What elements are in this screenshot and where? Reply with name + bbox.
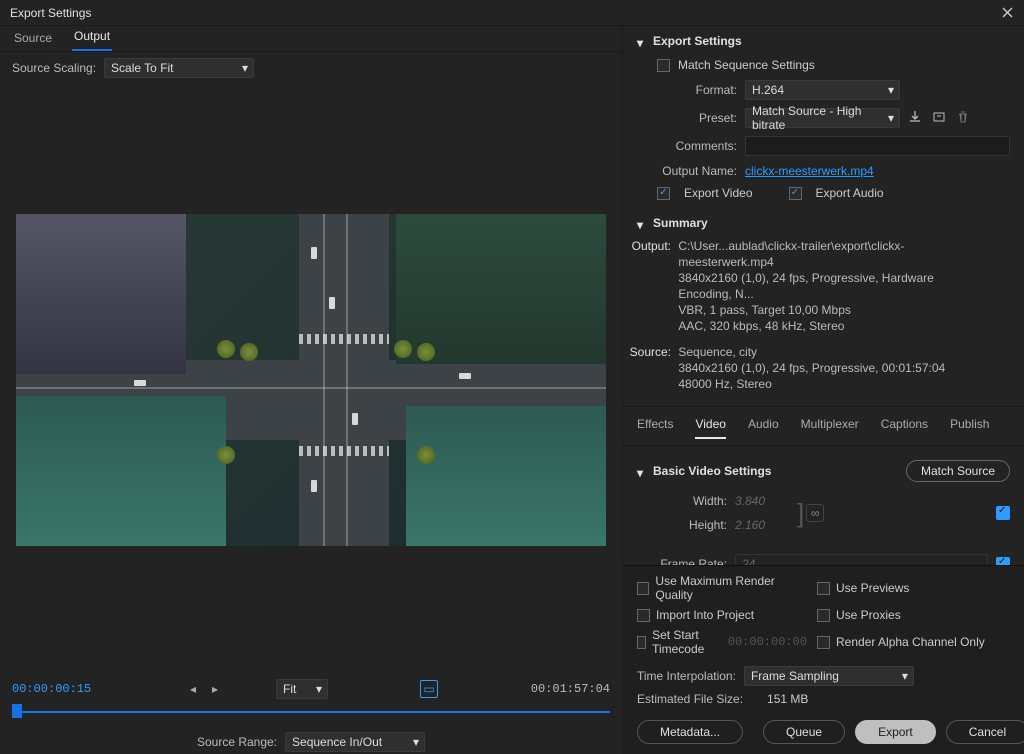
match-sequence-checkbox[interactable] [657, 59, 670, 72]
use-proxies-label: Use Proxies [836, 608, 901, 622]
tab-video[interactable]: Video [695, 417, 725, 439]
estimated-size-label: Estimated File Size: [637, 692, 743, 706]
summary-source-text: Sequence, city 3840x2160 (1,0), 24 fps, … [678, 344, 978, 392]
twisty-icon[interactable]: ▾ [637, 36, 647, 46]
start-tc-value[interactable]: 00:00:00:00 [728, 635, 807, 649]
zoom-fit-value: Fit [283, 682, 296, 696]
import-preset-icon[interactable] [932, 110, 948, 126]
preview-panel: Source Output Source Scaling: Scale To F… [0, 26, 623, 754]
match-sequence-label: Match Sequence Settings [678, 58, 815, 72]
framerate-value: 24 [742, 557, 755, 565]
step-back-icon[interactable]: ◂ [184, 680, 202, 698]
source-scaling-label: Source Scaling: [12, 61, 96, 75]
bracket-icon: ] [795, 503, 806, 523]
framerate-select[interactable]: 24 [735, 554, 988, 565]
width-label: Width: [637, 494, 727, 508]
cancel-button[interactable]: Cancel [946, 720, 1024, 744]
summary-header: Summary [653, 216, 708, 230]
comments-label: Comments: [637, 139, 737, 153]
window-title: Export Settings [10, 6, 91, 20]
comments-input[interactable] [745, 136, 1010, 156]
estimated-size-value: 151 MB [767, 692, 808, 706]
source-scaling-value: Scale To Fit [111, 61, 173, 75]
tab-captions[interactable]: Captions [881, 417, 928, 439]
tab-publish[interactable]: Publish [950, 417, 989, 439]
width-input[interactable]: 3.840 [735, 494, 795, 508]
match-source-button[interactable]: Match Source [906, 460, 1010, 482]
queue-button[interactable]: Queue [763, 720, 845, 744]
chevron-down-icon: ▾ [902, 669, 908, 683]
save-preset-icon[interactable] [908, 110, 924, 126]
twisty-icon[interactable]: ▾ [637, 466, 647, 476]
titlebar: Export Settings [0, 0, 1024, 26]
format-label: Format: [637, 83, 737, 97]
export-audio-checkbox[interactable] [789, 187, 802, 200]
export-video-label: Export Video [684, 186, 753, 200]
current-timecode[interactable]: 00:00:00:15 [12, 682, 91, 696]
timeline[interactable] [12, 704, 610, 720]
chevron-down-icon: ▾ [413, 735, 419, 749]
export-button[interactable]: Export [855, 720, 936, 744]
set-start-tc-checkbox[interactable] [637, 636, 646, 649]
time-interpolation-select[interactable]: Frame Sampling ▾ [744, 666, 914, 686]
output-name-link[interactable]: clickx-meesterwerk.mp4 [745, 164, 874, 178]
tab-output[interactable]: Output [72, 25, 112, 51]
source-range-value: Sequence In/Out [292, 735, 382, 749]
export-settings-header: Export Settings [653, 34, 742, 48]
chevron-down-icon: ▾ [888, 83, 894, 97]
framerate-match-toggle[interactable] [996, 557, 1010, 565]
step-fwd-icon[interactable]: ▸ [206, 680, 224, 698]
use-max-quality-label: Use Maximum Render Quality [655, 574, 807, 602]
basic-video-settings-header: Basic Video Settings [653, 464, 771, 478]
framerate-label: Frame Rate: [637, 557, 727, 565]
time-interpolation-value: Frame Sampling [751, 669, 839, 683]
source-range-label: Source Range: [197, 735, 277, 749]
render-alpha-label: Render Alpha Channel Only [836, 635, 985, 649]
use-previews-checkbox[interactable] [817, 582, 830, 595]
output-name-label: Output Name: [637, 164, 737, 178]
format-value: H.264 [752, 83, 784, 97]
source-scaling-select[interactable]: Scale To Fit ▾ [104, 58, 254, 78]
source-range-select[interactable]: Sequence In/Out ▾ [285, 732, 425, 752]
render-alpha-checkbox[interactable] [817, 636, 830, 649]
export-video-checkbox[interactable] [657, 187, 670, 200]
total-timecode: 00:01:57:04 [531, 682, 610, 696]
tab-effects[interactable]: Effects [637, 417, 673, 439]
summary-source-label: Source: [629, 344, 675, 360]
chevron-down-icon: ▾ [888, 111, 894, 125]
tab-source[interactable]: Source [12, 27, 54, 51]
import-project-checkbox[interactable] [637, 609, 650, 622]
dimensions-match-toggle[interactable] [996, 506, 1010, 520]
export-audio-label: Export Audio [816, 186, 884, 200]
zoom-fit-select[interactable]: Fit ▾ [276, 679, 328, 699]
link-dimensions-icon[interactable]: ∞ [806, 504, 824, 522]
preset-select[interactable]: Match Source - High bitrate ▾ [745, 108, 900, 128]
use-previews-label: Use Previews [836, 581, 909, 595]
delete-preset-icon[interactable] [956, 110, 972, 126]
chevron-down-icon: ▾ [316, 682, 322, 696]
preview-image [16, 214, 606, 546]
twisty-icon[interactable]: ▾ [637, 218, 647, 228]
close-icon[interactable] [1000, 6, 1014, 20]
height-input[interactable]: 2.160 [735, 518, 795, 532]
summary-output-label: Output: [629, 238, 675, 254]
preset-value: Match Source - High bitrate [752, 104, 881, 132]
chevron-down-icon: ▾ [242, 61, 248, 75]
set-start-tc-label: Set Start Timecode [652, 628, 718, 656]
time-interpolation-label: Time Interpolation: [637, 669, 736, 683]
import-project-label: Import Into Project [656, 608, 754, 622]
summary-output-text: C:\User...aublad\clickx-trailer\export\c… [678, 238, 978, 334]
preset-label: Preset: [637, 111, 737, 125]
use-max-quality-checkbox[interactable] [637, 582, 649, 595]
use-proxies-checkbox[interactable] [817, 609, 830, 622]
aspect-ratio-icon[interactable]: ▭ [420, 680, 438, 698]
height-label: Height: [637, 518, 727, 532]
format-select[interactable]: H.264 ▾ [745, 80, 900, 100]
tab-audio[interactable]: Audio [748, 417, 779, 439]
tab-multiplexer[interactable]: Multiplexer [801, 417, 859, 439]
metadata-button[interactable]: Metadata... [637, 720, 743, 744]
